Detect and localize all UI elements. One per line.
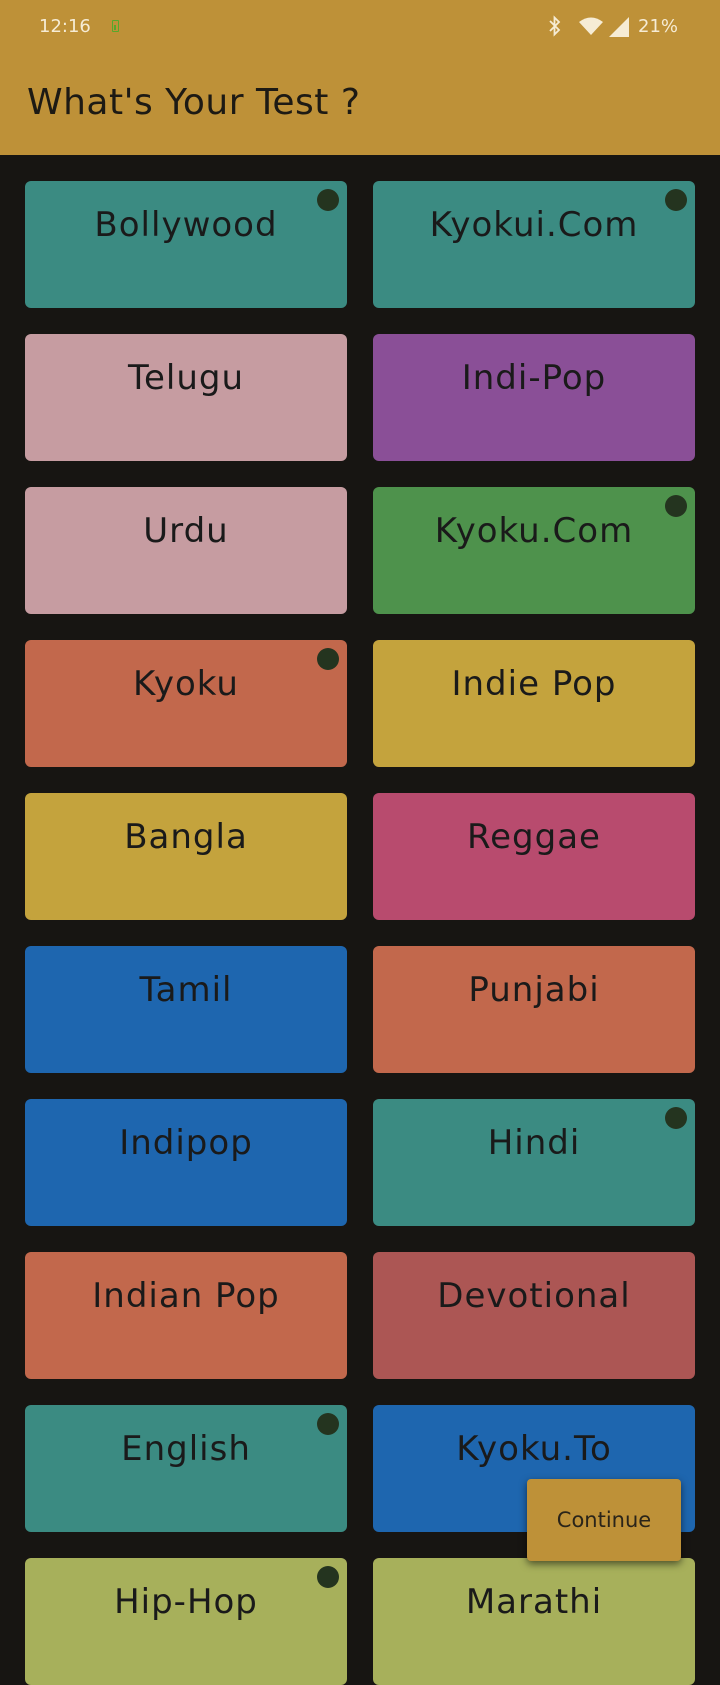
selected-indicator-dot [317,1566,339,1588]
genre-label: Kyoku.To [456,1429,612,1469]
bluetooth-icon [549,15,561,37]
genre-label: Indie Pop [451,664,617,704]
genre-label: Indian Pop [92,1276,280,1316]
genre-label: Punjabi [468,970,600,1010]
genre-label: Urdu [143,511,229,551]
genre-label: Reggae [467,817,601,857]
genre-label: Kyoku [133,664,239,704]
genre-label: Devotional [437,1276,631,1316]
genre-label: Indipop [119,1123,253,1163]
genre-tile[interactable]: Punjabi [373,946,695,1073]
genre-label: Kyoku.Com [434,511,634,551]
genre-tile[interactable]: Indipop [25,1099,347,1226]
genre-tile[interactable]: Urdu [25,487,347,614]
selected-indicator-dot [665,1107,687,1129]
genre-tile[interactable]: Marathi [373,1558,695,1685]
wifi-icon [579,17,603,35]
selected-indicator-dot [317,648,339,670]
genre-tile[interactable]: English [25,1405,347,1532]
genre-tile[interactable]: Kyoku [25,640,347,767]
selected-indicator-dot [665,495,687,517]
status-time: 12:16 [39,16,91,37]
genre-label: Telugu [127,358,245,398]
continue-button[interactable]: Continue [527,1479,681,1561]
genre-label: Marathi [465,1582,603,1622]
genre-tile[interactable]: Kyoku.Com [373,487,695,614]
genre-tile[interactable]: Devotional [373,1252,695,1379]
genre-tile[interactable]: Hindi [373,1099,695,1226]
cellular-signal-icon [609,17,629,37]
app-bar: What's Your Test ? [0,54,720,155]
genre-grid: Bollywood Kyokui.Com Telugu Indi-Pop Urdu Kyo… [25,181,695,1685]
genre-tile[interactable]: Hip-Hop [25,1558,347,1685]
genre-tile[interactable]: Indian Pop [25,1252,347,1379]
page-title: What's Your Test ? [27,82,361,123]
genre-label: English [121,1429,251,1469]
genre-label: Bollywood [94,205,278,245]
battery-percent: 21% [638,16,679,37]
genre-label: Tamil [139,970,233,1010]
genre-tile[interactable]: Telugu [25,334,347,461]
genre-tile[interactable]: Indi-Pop [373,334,695,461]
genre-tile[interactable]: Bangla [25,793,347,920]
genre-tile[interactable]: Tamil [25,946,347,1073]
genre-label: Indi-Pop [461,358,607,398]
status-bar: 12:16 21% [0,0,720,54]
battery-saver-icon [112,20,119,32]
genre-label: Hip-Hop [114,1582,258,1622]
genre-tile[interactable]: Kyokui.Com [373,181,695,308]
selected-indicator-dot [317,189,339,211]
selected-indicator-dot [665,189,687,211]
genre-label: Bangla [124,817,248,857]
genre-label: Hindi [487,1123,581,1163]
genre-label: Kyokui.Com [429,205,639,245]
genre-tile[interactable]: Indie Pop [373,640,695,767]
genre-tile[interactable]: Bollywood [25,181,347,308]
genre-tile[interactable]: Reggae [373,793,695,920]
selected-indicator-dot [317,1413,339,1435]
